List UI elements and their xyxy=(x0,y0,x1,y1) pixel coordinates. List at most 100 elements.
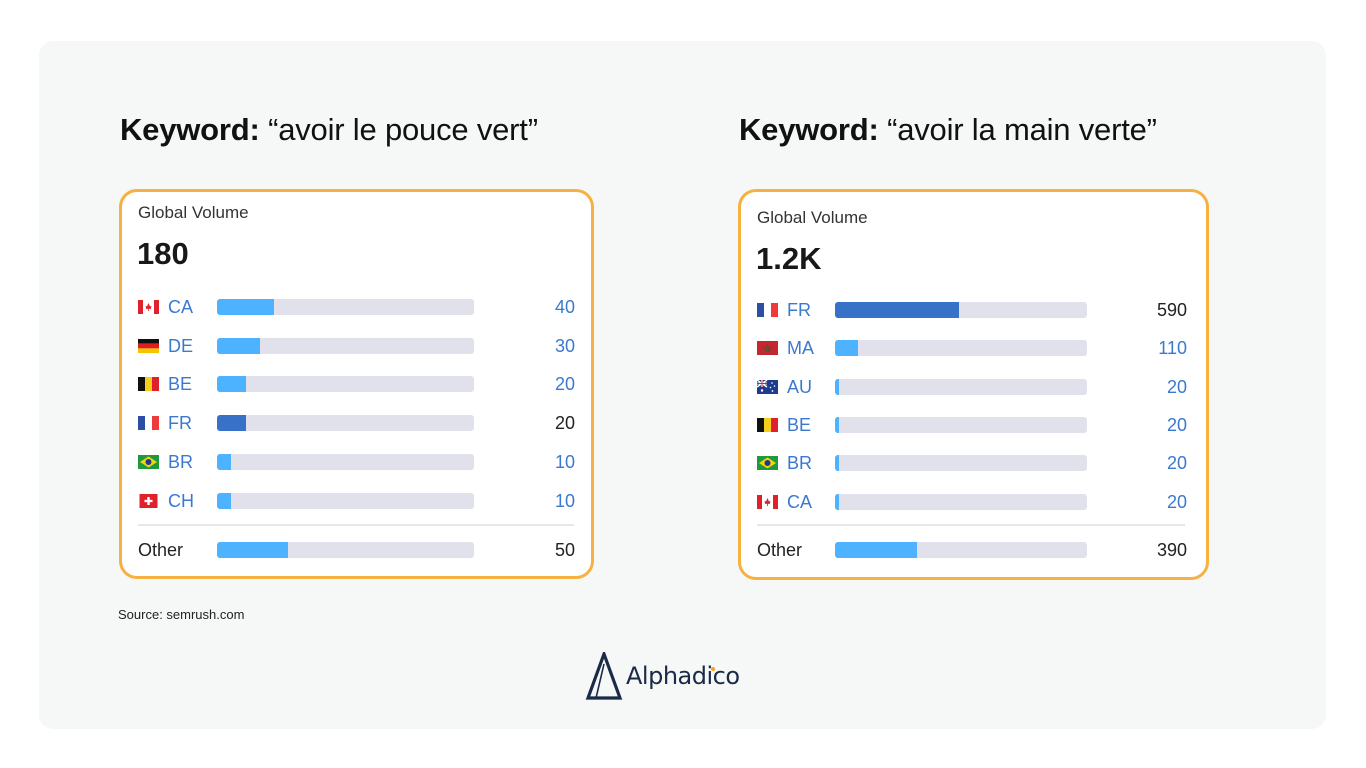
divider xyxy=(757,524,1185,526)
country-code-link[interactable]: BR xyxy=(787,451,812,475)
logo-accent-dot xyxy=(711,667,715,671)
flag-br-icon xyxy=(757,456,778,471)
global-volume-label: Global Volume xyxy=(138,203,249,222)
country-code-link[interactable]: BR xyxy=(168,450,193,474)
flag-br-icon xyxy=(138,454,159,469)
bar-track xyxy=(835,378,1087,395)
volume-row-ca: CA 20 xyxy=(757,490,1203,514)
bar-track xyxy=(835,416,1087,433)
volume-row-other: Other 390 xyxy=(757,538,1203,562)
volume-row-de: DE 30 xyxy=(138,334,591,358)
triangle-a-logo-icon xyxy=(585,652,623,700)
flag-ch-icon xyxy=(138,493,159,508)
volume-row-be: BE 20 xyxy=(757,413,1203,437)
volume-value[interactable]: 20 xyxy=(1127,451,1187,475)
volume-row-ma: MA 110 xyxy=(757,336,1203,360)
bar-track xyxy=(217,492,474,509)
country-code-link[interactable]: MA xyxy=(787,336,814,360)
volume-card-right: Global Volume 1.2K FR 590 MA 110 AU 20 BE 20 BR 2… xyxy=(738,189,1209,580)
volume-value[interactable]: 20 xyxy=(1127,490,1187,514)
flag-au-icon xyxy=(757,379,778,394)
volume-value[interactable]: 20 xyxy=(1127,413,1187,437)
bar-track xyxy=(835,455,1087,472)
keyword-title-right: Keyword: “avoir la main verte” xyxy=(739,112,1157,148)
volume-value[interactable]: 20 xyxy=(515,372,575,396)
volume-row-be: BE 20 xyxy=(138,372,591,396)
country-code-link[interactable]: CA xyxy=(787,490,812,514)
divider xyxy=(138,524,574,526)
volume-value[interactable]: 10 xyxy=(515,489,575,513)
bar-track xyxy=(217,299,474,315)
keyword-label: Keyword: xyxy=(120,112,260,147)
flag-fr-icon xyxy=(138,416,159,431)
bar-fill-fr xyxy=(835,302,959,318)
volume-value: 50 xyxy=(554,540,575,560)
keyword-label: Keyword: xyxy=(739,112,879,147)
bar-track xyxy=(217,376,474,393)
volume-card-left: Global Volume 180 CA 40 DE 30 BE 20 FR 20 BR 10 CH… xyxy=(119,189,594,579)
country-code-link[interactable]: BE xyxy=(787,413,811,437)
country-code-link[interactable]: DE xyxy=(168,334,193,358)
bar-fill-au xyxy=(835,378,840,395)
volume-value: 590 xyxy=(1156,300,1187,320)
bar-track xyxy=(835,542,1087,558)
country-code-link[interactable]: BE xyxy=(168,372,192,396)
country-code-link[interactable]: CH xyxy=(168,489,194,513)
global-volume-total: 180 xyxy=(137,236,189,271)
bar-fill-ch xyxy=(217,492,232,509)
bar-fill-ca xyxy=(835,493,840,510)
flag-be-icon xyxy=(757,417,778,432)
bar-fill-ca xyxy=(217,299,275,315)
flag-fr-icon xyxy=(757,303,778,317)
bar-fill-br xyxy=(217,453,232,470)
other-label: Other xyxy=(757,540,803,560)
keyword-title-left: Keyword: “avoir le pouce vert” xyxy=(120,112,538,148)
bar-track xyxy=(835,493,1087,510)
bar-fill-fr xyxy=(217,415,246,432)
country-code-link[interactable]: FR xyxy=(787,298,811,322)
keyword-value: “avoir la main verte” xyxy=(887,112,1157,147)
bar-track xyxy=(835,340,1087,357)
flag-ca-icon xyxy=(757,494,778,509)
volume-row-ch: CH 10 xyxy=(138,489,591,513)
volume-value[interactable]: 40 xyxy=(515,295,575,319)
bar-fill-be xyxy=(217,376,246,393)
volume-value[interactable]: 20 xyxy=(1127,375,1187,399)
flag-ca-icon xyxy=(138,300,159,314)
global-volume-label: Global Volume xyxy=(757,208,868,227)
country-code-link[interactable]: FR xyxy=(168,411,192,435)
bar-track xyxy=(217,542,474,558)
volume-row-br: BR 20 xyxy=(757,451,1203,475)
bar-fill-de xyxy=(217,337,260,354)
logo-wordmark: Alphadico xyxy=(626,662,740,690)
volume-value: 20 xyxy=(554,413,575,434)
other-label: Other xyxy=(138,540,184,560)
volume-row-fr: FR 590 xyxy=(757,298,1203,322)
country-code-link[interactable]: AU xyxy=(787,375,812,399)
volume-row-au: AU 20 xyxy=(757,375,1203,399)
flag-be-icon xyxy=(138,377,159,392)
volume-row-br: BR 10 xyxy=(138,450,591,474)
bar-fill-ma xyxy=(835,340,859,357)
bar-fill-other xyxy=(835,542,917,558)
source-note: Source: semrush.com xyxy=(118,607,245,622)
volume-row-ca: CA 40 xyxy=(138,295,591,319)
bar-fill-other xyxy=(217,542,289,558)
volume-value[interactable]: 110 xyxy=(1127,336,1187,360)
volume-row-fr: FR 20 xyxy=(138,411,591,435)
volume-value[interactable]: 30 xyxy=(515,334,575,358)
bar-track xyxy=(217,415,474,432)
flag-ma-icon xyxy=(757,341,778,356)
bar-fill-br xyxy=(835,455,840,472)
volume-value[interactable]: 10 xyxy=(515,450,575,474)
country-code-link[interactable]: CA xyxy=(168,295,193,319)
bar-track xyxy=(217,453,474,470)
volume-value: 390 xyxy=(1156,540,1187,560)
bar-track xyxy=(217,337,474,354)
bar-track xyxy=(835,302,1087,318)
flag-de-icon xyxy=(138,338,159,353)
global-volume-total: 1.2K xyxy=(756,241,822,276)
keyword-value: “avoir le pouce vert” xyxy=(268,112,538,147)
alphadico-logo: Alphadico xyxy=(584,652,744,702)
volume-row-other: Other 50 xyxy=(138,538,591,562)
